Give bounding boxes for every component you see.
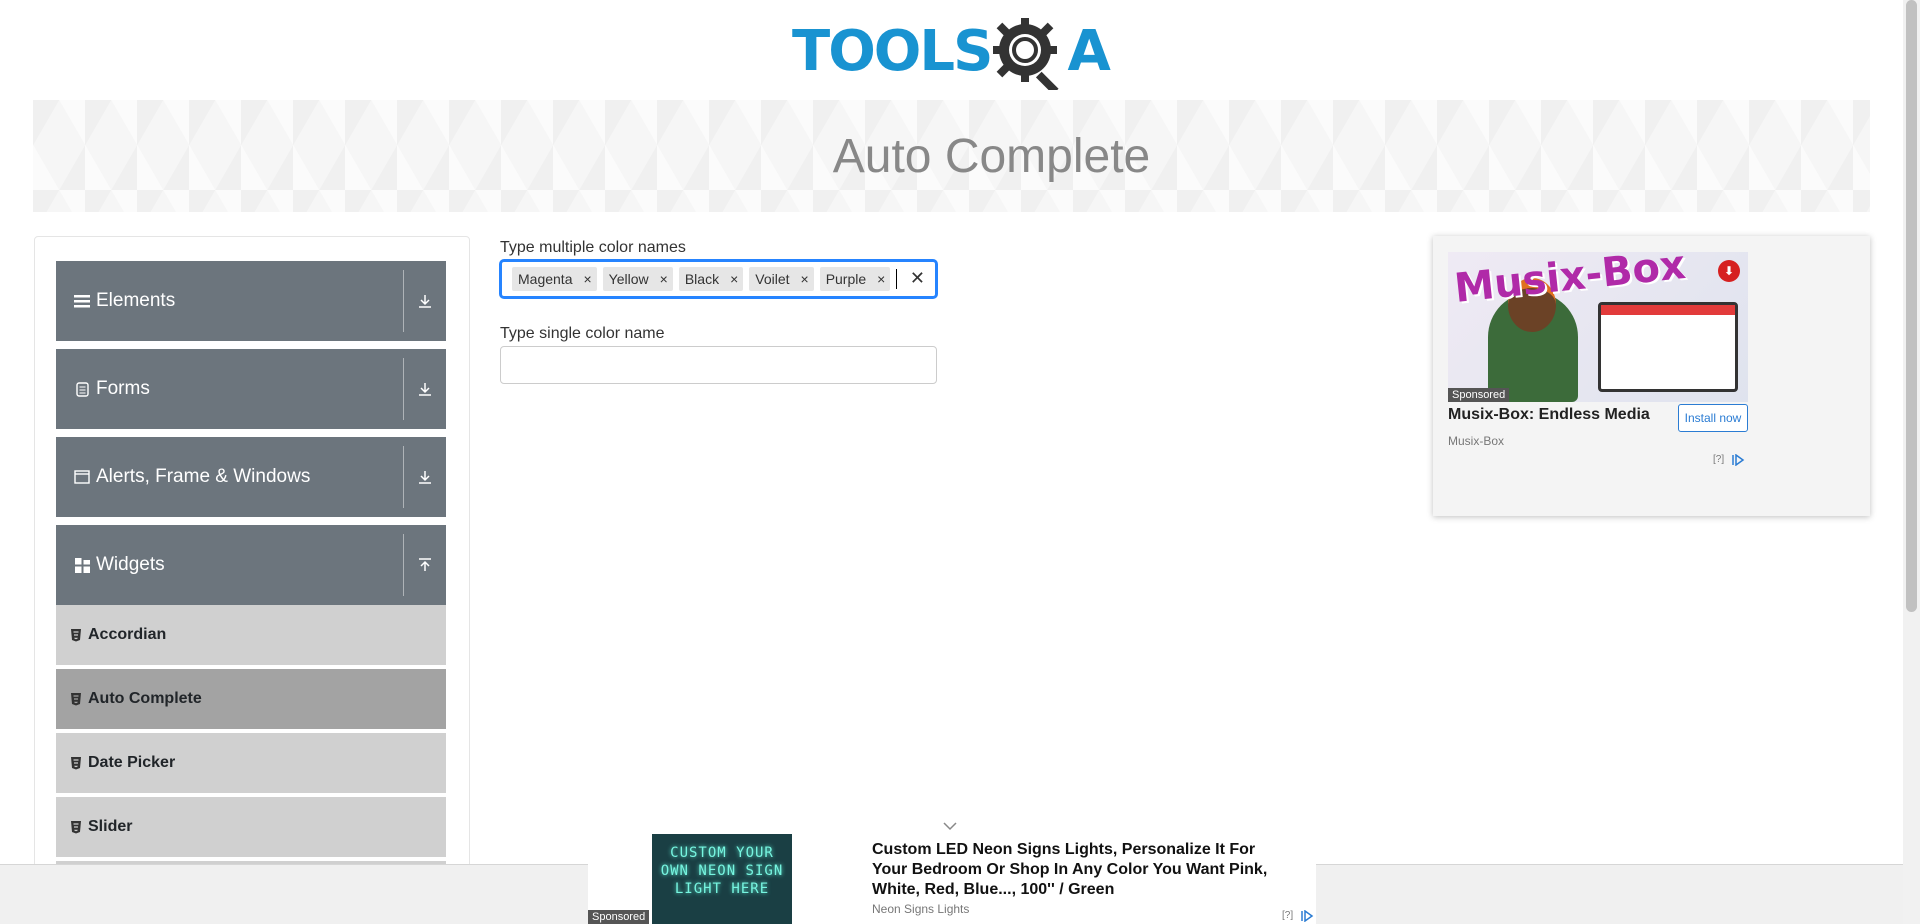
color-chip: Magenta ×	[512, 267, 597, 291]
color-chip: Black ×	[678, 267, 744, 291]
ad-info-link[interactable]: [?]	[1713, 454, 1724, 465]
sidebar-item-label: Accordian	[88, 626, 167, 643]
adchoices-icon[interactable]	[1300, 910, 1314, 922]
logo-text-tools: TOOLS	[792, 19, 993, 84]
sidebar-item-date-picker[interactable]: Date Picker	[56, 733, 446, 795]
expand-down-icon[interactable]	[404, 382, 446, 396]
page-banner: Auto Complete	[33, 100, 1870, 212]
chevron-down-icon[interactable]	[942, 820, 958, 832]
sidebar-item-label: Date Picker	[88, 754, 176, 771]
adchoices-icon[interactable]	[1731, 454, 1745, 466]
ad-image[interactable]: Musix-Box ⬇ Sponsored	[1448, 252, 1748, 402]
collapse-up-icon[interactable]	[404, 558, 446, 572]
nav-group-forms[interactable]: Forms	[56, 349, 446, 429]
single-color-label: Type single color name	[500, 325, 665, 342]
bottom-ad[interactable]: CUSTOM YOUR OWN NEON SIGN LIGHT HERE Spo…	[588, 832, 1316, 924]
download-badge-icon: ⬇	[1718, 260, 1740, 282]
scrollbar-thumb[interactable]	[1906, 0, 1917, 612]
sidebar-item-accordian[interactable]: Accordian	[56, 605, 446, 667]
color-chip: Voilet ×	[749, 267, 814, 291]
grid-icon	[74, 557, 90, 573]
sponsored-tag: Sponsored	[1448, 388, 1510, 402]
multi-color-label: Type multiple color names	[500, 239, 686, 256]
sidebar-item-label: Slider	[88, 818, 133, 835]
ad-title[interactable]: Musix-Box: Endless Media	[1448, 406, 1650, 424]
sidebar-item-label: Auto Complete	[88, 690, 202, 707]
nav-group-label: Alerts, Frame & Windows	[96, 466, 311, 487]
expand-down-icon[interactable]	[404, 470, 446, 484]
color-chip: Yellow ×	[602, 267, 673, 291]
sidebar-item-auto-complete[interactable]: Auto Complete	[56, 669, 446, 731]
ad-neon-image[interactable]: CUSTOM YOUR OWN NEON SIGN LIGHT HERE	[652, 834, 792, 924]
window-icon	[74, 469, 90, 485]
html5-icon	[71, 693, 81, 706]
ad-info-link[interactable]: [?]	[1282, 910, 1293, 921]
toolsqa-logo[interactable]: TOOLS A	[792, 14, 1114, 90]
document-icon	[74, 381, 90, 397]
nav-group-label: Forms	[96, 378, 150, 399]
single-color-input[interactable]	[500, 346, 937, 384]
sponsored-tag: Sponsored	[588, 910, 650, 924]
chip-remove-icon[interactable]: ×	[872, 267, 890, 291]
ad-source: Musix-Box	[1448, 434, 1505, 448]
gear-search-icon	[993, 18, 1059, 90]
text-caret	[896, 269, 898, 289]
html5-icon	[71, 629, 81, 642]
menu-icon	[74, 293, 90, 309]
color-chip: Purple ×	[819, 267, 891, 291]
ad-title[interactable]: Custom LED Neon Signs Lights, Personaliz…	[872, 840, 1292, 900]
expand-down-icon[interactable]	[404, 294, 446, 308]
chip-remove-icon[interactable]: ×	[578, 267, 596, 291]
nav-group-alerts[interactable]: Alerts, Frame & Windows	[56, 437, 446, 517]
multi-color-input[interactable]: Magenta × Yellow × Black × Voilet × Purp…	[500, 260, 937, 298]
chip-label: Black	[684, 271, 720, 287]
left-nav-panel: Elements Forms Alerts, Frame & Windows W…	[34, 236, 470, 924]
page-scrollbar[interactable]	[1903, 0, 1920, 924]
nav-group-label: Widgets	[96, 554, 165, 575]
chip-label: Purple	[825, 271, 867, 287]
sidebar-item-slider[interactable]: Slider	[56, 797, 446, 859]
chip-label: Yellow	[608, 271, 649, 287]
chip-remove-icon[interactable]: ×	[796, 267, 814, 291]
clear-all-icon[interactable]: ✕	[910, 268, 925, 289]
chip-remove-icon[interactable]: ×	[725, 267, 743, 291]
install-now-button[interactable]: Install now	[1678, 404, 1748, 432]
nav-group-label: Elements	[96, 290, 176, 311]
page-title: Auto Complete	[832, 129, 1151, 183]
chip-label: Magenta	[518, 271, 573, 287]
logo-text-a: A	[1067, 19, 1110, 84]
nav-group-elements[interactable]: Elements	[56, 261, 446, 341]
html5-icon	[71, 757, 81, 770]
chip-label: Voilet	[755, 271, 790, 287]
html5-icon	[71, 821, 81, 834]
nav-group-widgets[interactable]: Widgets	[56, 525, 446, 605]
right-ad[interactable]: Musix-Box ⬇ Sponsored Musix-Box: Endless…	[1433, 236, 1870, 516]
ad-laptop	[1598, 302, 1738, 392]
ad-source: Neon Signs Lights	[872, 902, 970, 916]
chip-remove-icon[interactable]: ×	[655, 267, 673, 291]
